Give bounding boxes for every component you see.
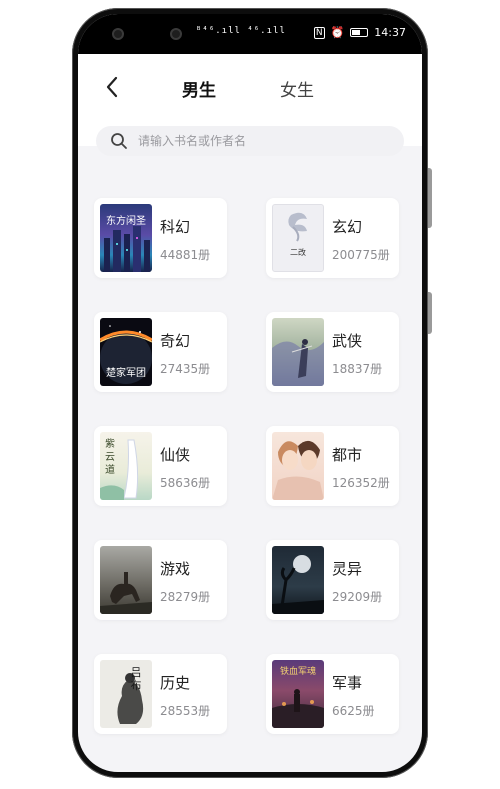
couple-cover	[272, 432, 324, 500]
cover-title: 楚家军团	[106, 368, 146, 379]
category-name: 奇幻	[160, 332, 191, 350]
swordsman-cover	[272, 318, 324, 386]
category-count: 18837册	[332, 362, 383, 376]
category-count: 200775册	[332, 248, 390, 262]
status-bar: ᴮ⁴⁶.ıll ⁴⁶.ıll N ⏰ 14:37	[78, 14, 422, 54]
waterfall-cover: 紫云道	[100, 432, 152, 500]
battlefield-cover: 铁血军魂	[272, 660, 324, 728]
category-count: 6625册	[332, 704, 375, 718]
nfc-icon: N	[313, 26, 325, 39]
search-input[interactable]	[136, 133, 380, 149]
header: 男生 女生	[78, 54, 422, 156]
category-card-scifi[interactable]: 东方闲圣 科幻 44881册	[94, 198, 227, 278]
volume-button	[428, 168, 432, 228]
tab-female[interactable]: 女生	[280, 76, 314, 101]
ink-warrior-cover: 吕布	[100, 660, 152, 728]
power-button	[428, 292, 432, 334]
cover-title: 紫云道	[105, 439, 115, 476]
camera-icon	[170, 28, 182, 40]
moon-tree-cover	[272, 546, 324, 614]
cyber-city-cover: 东方闲圣	[100, 204, 152, 272]
cover-title: 吕布	[130, 666, 142, 692]
category-card-military[interactable]: 铁血军魂 军事 6625册	[266, 654, 399, 734]
category-name: 仙侠	[160, 446, 191, 464]
alarm-icon: ⏰	[330, 26, 345, 39]
search-icon	[111, 133, 127, 149]
category-name: 历史	[160, 674, 191, 692]
screen: ᴮ⁴⁶.ıll ⁴⁶.ıll N ⏰ 14:37 男生 女生 请输入书名或作者名…	[78, 14, 422, 772]
planet-cover: 楚家军团	[100, 318, 152, 386]
category-name: 武侠	[332, 332, 363, 350]
category-count: 28553册	[160, 704, 211, 718]
back-arrow-icon[interactable]	[98, 72, 128, 102]
category-name: 灵异	[332, 560, 363, 578]
category-name: 军事	[332, 674, 363, 692]
category-card-martial[interactable]: 武侠 18837册	[266, 312, 399, 392]
category-count: 27435册	[160, 362, 211, 376]
cover-title: 东方闲圣	[106, 216, 146, 227]
camera-icon	[112, 28, 124, 40]
search-bar[interactable]	[96, 126, 404, 156]
cover-title: 二改	[290, 248, 306, 257]
signal-icon: ᴮ⁴⁶.ıll ⁴⁶.ıll	[196, 26, 286, 36]
category-card-magic[interactable]: 楚家军团 奇幻 27435册	[94, 312, 227, 392]
cover-title: 铁血军魂	[279, 667, 316, 677]
category-count: 126352册	[332, 476, 390, 490]
category-count: 28279册	[160, 590, 211, 604]
category-name: 玄幻	[332, 218, 363, 236]
status-icons: N ⏰ 14:37	[313, 26, 406, 39]
horseman-cover	[100, 546, 152, 614]
category-count: 58636册	[160, 476, 211, 490]
category-name: 游戏	[160, 560, 191, 578]
category-card-xianxia[interactable]: 紫云道 仙侠 58636册	[94, 426, 227, 506]
category-card-urban[interactable]: 都市 126352册	[266, 426, 399, 506]
category-name: 科幻	[160, 218, 191, 236]
clock-time: 14:37	[374, 26, 406, 39]
category-name: 都市	[332, 446, 363, 464]
battery-icon	[350, 28, 369, 37]
ink-cover: 二改	[272, 204, 324, 272]
category-card-history[interactable]: 吕布 历史 28553册	[94, 654, 227, 734]
category-count: 44881册	[160, 248, 211, 262]
category-count: 29209册	[332, 590, 383, 604]
tab-male[interactable]: 男生	[182, 76, 216, 104]
category-card-supernatural[interactable]: 灵异 29209册	[266, 540, 399, 620]
category-card-fantasy[interactable]: 二改 玄幻 200775册	[266, 198, 399, 278]
category-card-game[interactable]: 游戏 28279册	[94, 540, 227, 620]
